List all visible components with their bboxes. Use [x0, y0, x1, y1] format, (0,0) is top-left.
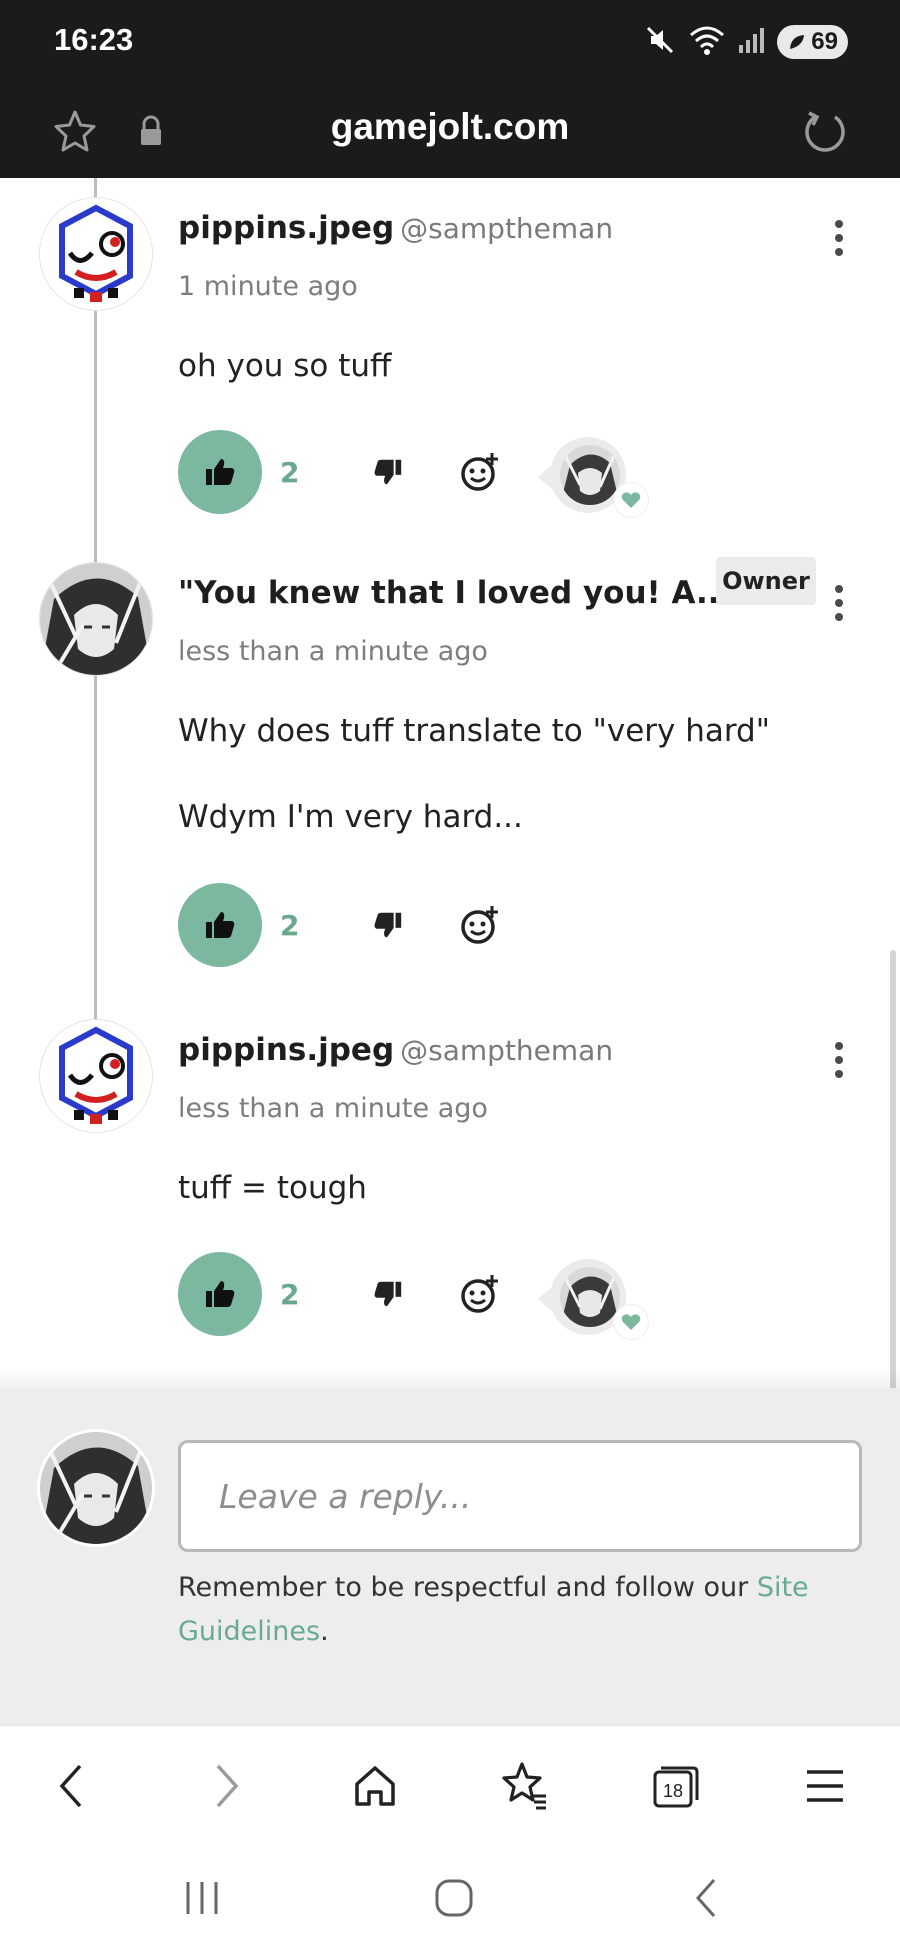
- thumbs-up-icon: [206, 459, 235, 485]
- note-text: Remember to be respectful and follow our: [178, 1572, 757, 1603]
- comment-text: Wdym I'm very hard...: [178, 799, 523, 835]
- comment-time[interactable]: 1 minute ago: [178, 271, 358, 302]
- comment-time[interactable]: less than a minute ago: [178, 636, 488, 667]
- add-emoji-icon: [461, 453, 498, 491]
- status-bar: 16:23 69: [0, 0, 900, 86]
- comment-author[interactable]: pippins.jpeg @samptheman: [178, 1032, 613, 1068]
- more-options-icon[interactable]: [824, 581, 854, 625]
- thumbs-up-icon: [206, 912, 235, 938]
- thumbs-up-icon: [206, 1281, 235, 1307]
- comment-author[interactable]: "You knew that I loved you! A...: [178, 575, 731, 611]
- like-button[interactable]: [178, 1252, 262, 1336]
- dislike-button[interactable]: [364, 1270, 412, 1318]
- owner-liked-indicator[interactable]: [536, 1255, 654, 1345]
- add-reaction-button[interactable]: [454, 899, 506, 951]
- forward-arrow-icon: [216, 1764, 239, 1808]
- author-handle[interactable]: @samptheman: [400, 212, 613, 245]
- recent-apps-button[interactable]: [172, 1873, 232, 1923]
- author-name[interactable]: "You knew that I loved you! A...: [178, 575, 731, 611]
- browser-address-bar: gamejolt.com: [0, 86, 900, 178]
- current-user-avatar: [40, 1432, 152, 1544]
- add-emoji-icon: [461, 906, 498, 944]
- home-button[interactable]: [345, 1756, 405, 1816]
- bookmarks-icon: [502, 1762, 546, 1810]
- avatar[interactable]: [40, 1020, 152, 1132]
- system-navigation-bar: [0, 1845, 900, 1950]
- note-suffix: .: [320, 1616, 329, 1647]
- wifi-icon: [687, 23, 727, 61]
- like-button[interactable]: [178, 883, 262, 967]
- owner-avatar: [560, 1267, 620, 1327]
- back-button[interactable]: [42, 1756, 102, 1816]
- reply-area: Remember to be respectful and follow our…: [0, 1366, 900, 1725]
- back-nav-button[interactable]: [676, 1873, 736, 1923]
- avatar[interactable]: [40, 198, 152, 310]
- battery-level: 69: [811, 28, 838, 55]
- signal-icon: [737, 25, 767, 59]
- dislike-button[interactable]: [364, 901, 412, 949]
- comment-time[interactable]: less than a minute ago: [178, 1093, 488, 1124]
- tab-count: 18: [663, 1781, 683, 1801]
- owner-badge: Owner: [716, 557, 816, 605]
- reply-guidelines-note: Remember to be respectful and follow our…: [178, 1566, 858, 1654]
- reply-input[interactable]: [178, 1440, 862, 1552]
- add-reaction-button[interactable]: [454, 1268, 506, 1320]
- forward-button[interactable]: [196, 1756, 256, 1816]
- url-text[interactable]: gamejolt.com: [0, 106, 900, 148]
- owner-avatar: [560, 445, 620, 505]
- menu-button[interactable]: [795, 1756, 855, 1816]
- owner-liked-indicator[interactable]: [536, 433, 654, 523]
- heart-icon: [614, 483, 648, 517]
- status-icons: 69: [643, 22, 848, 62]
- comment-author[interactable]: pippins.jpeg @samptheman: [178, 210, 613, 246]
- author-name[interactable]: pippins.jpeg: [178, 210, 394, 246]
- avatar[interactable]: [40, 563, 152, 675]
- battery-icon: 69: [777, 25, 848, 59]
- recent-apps-icon: [186, 1882, 218, 1914]
- home-nav-button[interactable]: [424, 1873, 484, 1923]
- add-emoji-icon: [461, 1275, 498, 1313]
- like-button[interactable]: [178, 430, 262, 514]
- comment-text: tuff = tough: [178, 1170, 367, 1206]
- thumbs-down-icon: [374, 1281, 402, 1307]
- back-arrow-icon: [59, 1764, 82, 1808]
- reload-icon[interactable]: [796, 102, 854, 160]
- back-nav-icon: [695, 1879, 716, 1917]
- browser-toolbar: 18: [0, 1725, 900, 1845]
- status-time: 16:23: [54, 22, 134, 57]
- thumbs-down-icon: [374, 912, 402, 938]
- author-name[interactable]: pippins.jpeg: [178, 1032, 394, 1068]
- like-count: 2: [280, 909, 300, 942]
- dislike-button[interactable]: [364, 448, 412, 496]
- comment-text: Why does tuff translate to "very hard": [178, 713, 770, 749]
- comment-text: oh you so tuff: [178, 348, 392, 384]
- mute-icon: [643, 23, 677, 61]
- thumbs-down-icon: [374, 459, 402, 485]
- like-count: 2: [280, 456, 300, 489]
- tabs-button[interactable]: 18: [645, 1756, 705, 1816]
- home-nav-icon: [435, 1879, 473, 1917]
- more-options-icon[interactable]: [824, 216, 854, 260]
- author-handle[interactable]: @samptheman: [400, 1034, 613, 1067]
- add-reaction-button[interactable]: [454, 446, 506, 498]
- bookmarks-button[interactable]: [494, 1756, 554, 1816]
- heart-icon: [614, 1305, 648, 1339]
- tabs-icon: 18: [653, 1766, 699, 1808]
- more-options-icon[interactable]: [824, 1038, 854, 1082]
- home-icon: [355, 1766, 395, 1806]
- like-count: 2: [280, 1278, 300, 1311]
- hamburger-menu-icon: [807, 1770, 843, 1802]
